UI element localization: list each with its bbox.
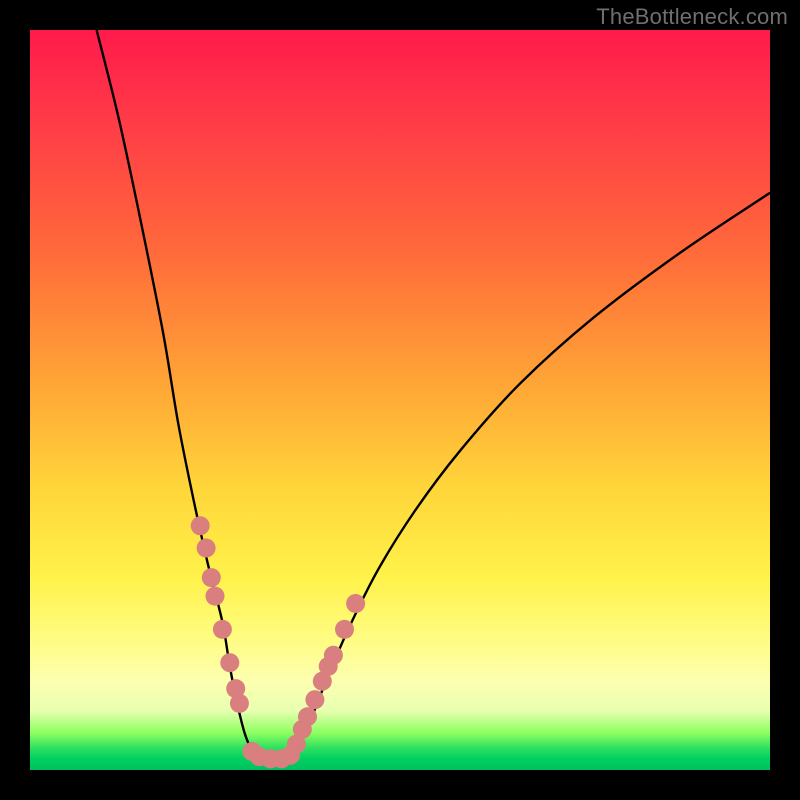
highlight-dot <box>346 594 365 613</box>
highlight-dot <box>220 653 239 672</box>
highlight-dot <box>191 516 210 535</box>
highlight-dot <box>305 690 324 709</box>
highlight-dots <box>191 516 365 768</box>
highlight-dot <box>324 646 343 665</box>
highlight-dot <box>298 707 317 726</box>
bottleneck-curve <box>97 30 770 761</box>
curve-layer <box>30 30 770 770</box>
highlight-dot <box>230 694 249 713</box>
plot-area <box>30 30 770 770</box>
highlight-dot <box>206 587 225 606</box>
chart-frame: TheBottleneck.com <box>0 0 800 800</box>
watermark-text: TheBottleneck.com <box>596 4 788 30</box>
highlight-dot <box>335 620 354 639</box>
highlight-dot <box>213 620 232 639</box>
highlight-dot <box>202 568 221 587</box>
curve <box>97 30 770 761</box>
highlight-dot <box>197 539 216 558</box>
